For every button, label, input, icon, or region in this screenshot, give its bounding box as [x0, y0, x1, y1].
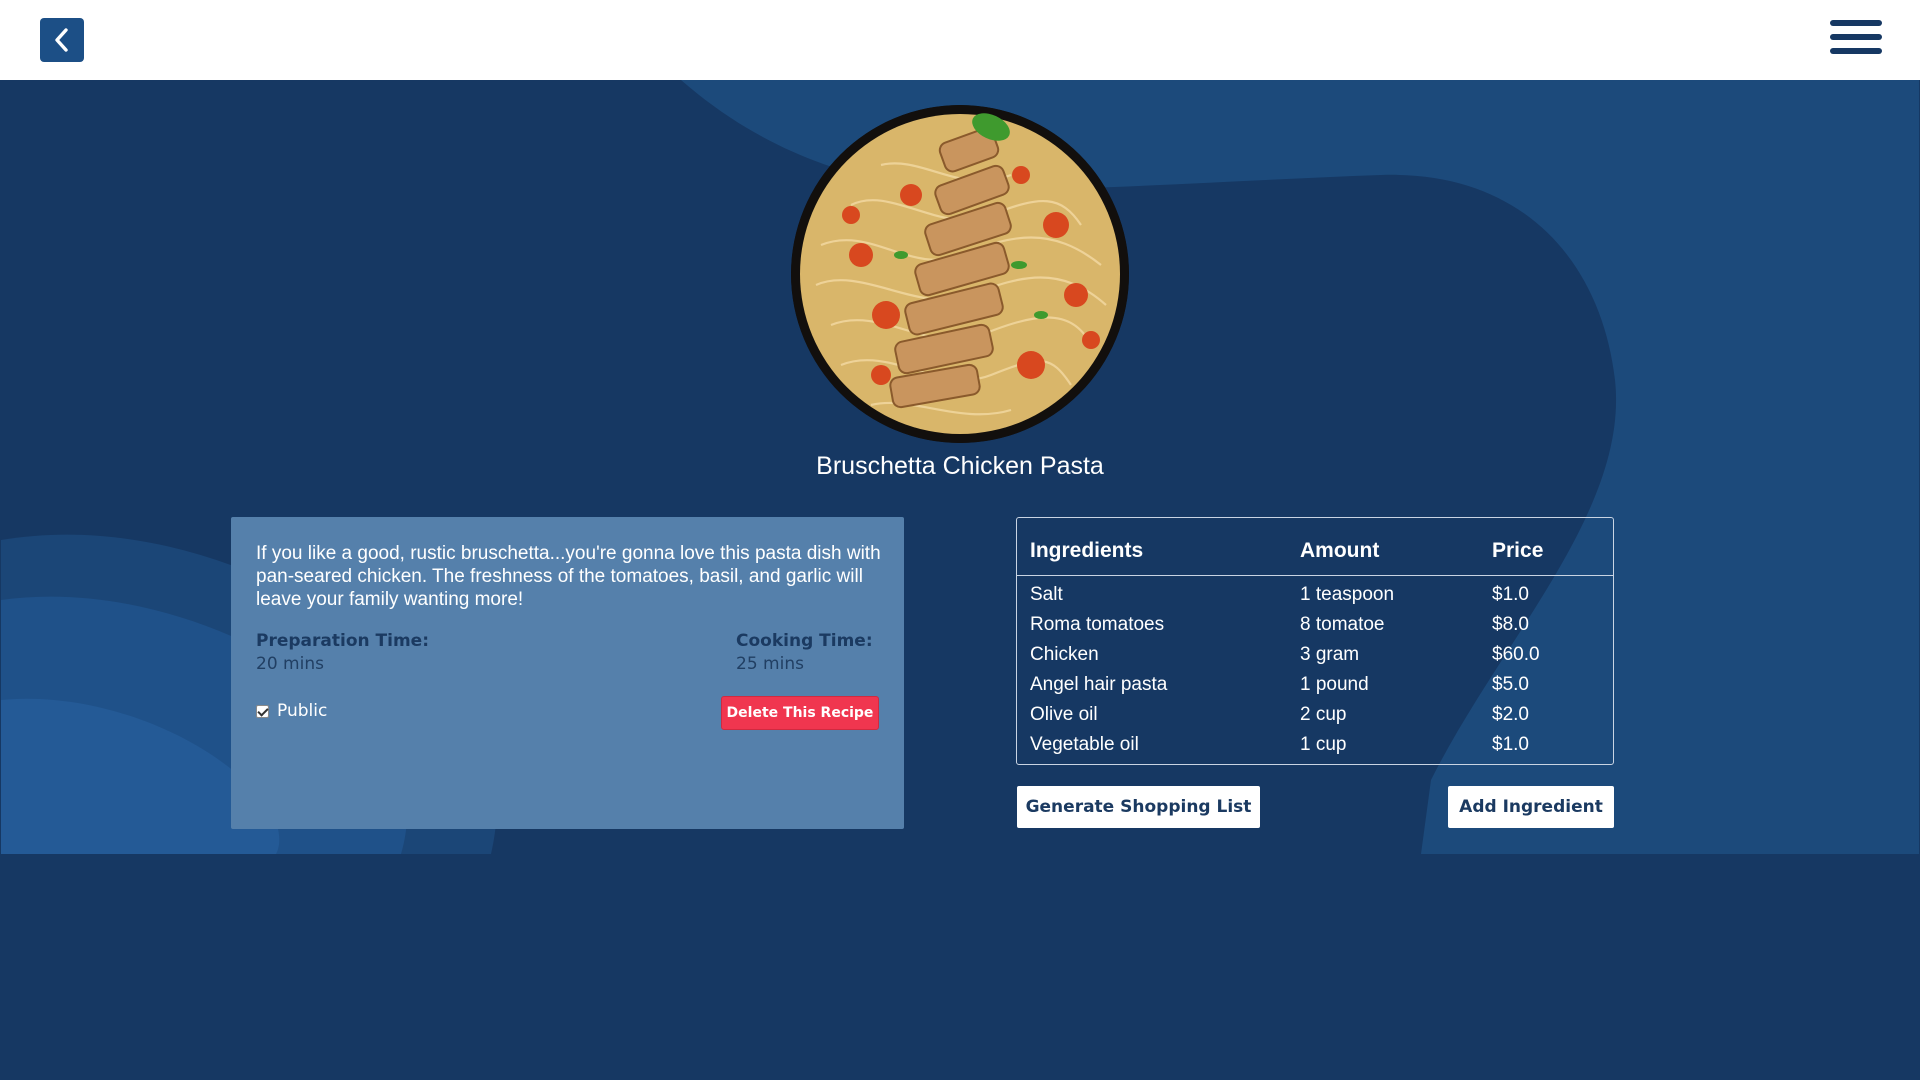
public-toggle: Public: [256, 701, 327, 721]
ingredient-amount: 2 cup: [1300, 704, 1347, 725]
ingredient-price: $1.0: [1492, 734, 1529, 755]
ingredients-table: Ingredients Amount Price Salt 1 teaspoon…: [1016, 517, 1614, 765]
table-row: Olive oil 2 cup $2.0: [1017, 700, 1613, 730]
ingredient-name: Chicken: [1030, 644, 1099, 665]
public-label: Public: [277, 701, 328, 721]
recipe-image: [791, 105, 1129, 443]
ingredient-amount: 3 gram: [1300, 644, 1360, 665]
column-header-price: Price: [1492, 539, 1544, 562]
ingredient-name: Salt: [1030, 584, 1063, 605]
recipe-title: Bruschetta Chicken Pasta: [816, 452, 1104, 480]
column-header-ingredients: Ingredients: [1030, 539, 1144, 562]
ingredient-price: $1.0: [1492, 584, 1529, 605]
back-button[interactable]: [40, 18, 84, 62]
ingredient-amount: 1 pound: [1300, 674, 1369, 695]
table-row: Roma tomatoes 8 tomatoe $8.0: [1017, 610, 1613, 640]
ingredient-price: $60.0: [1492, 644, 1540, 665]
public-checkbox[interactable]: [256, 704, 269, 718]
table-row: Vegetable oil 1 cup $1.0: [1017, 730, 1613, 760]
recipe-description: If you like a good, rustic bruschetta...…: [256, 543, 881, 610]
ingredient-amount: 1 teaspoon: [1300, 584, 1395, 605]
ingredient-price: $2.0: [1492, 704, 1529, 725]
ingredient-name: Vegetable oil: [1030, 734, 1139, 755]
ingredient-price: $5.0: [1492, 674, 1529, 695]
cook-time-value: 25 mins: [736, 654, 804, 674]
cook-time-label: Cooking Time:: [736, 631, 873, 651]
ingredient-name: Angel hair pasta: [1030, 674, 1168, 695]
ingredients-table-header: Ingredients Amount Price: [1017, 518, 1613, 576]
add-ingredient-button[interactable]: Add Ingredient: [1448, 786, 1614, 828]
table-row: Angel hair pasta 1 pound $5.0: [1017, 670, 1613, 700]
column-header-amount: Amount: [1300, 539, 1380, 562]
ingredient-name: Olive oil: [1030, 704, 1098, 725]
hamburger-menu-icon[interactable]: [1830, 20, 1882, 56]
chevron-left-icon: [55, 28, 68, 52]
ingredient-name: Roma tomatoes: [1030, 614, 1165, 635]
prep-time-label: Preparation Time:: [256, 631, 429, 651]
ingredient-amount: 8 tomatoe: [1300, 614, 1385, 635]
recipe-details-card: If you like a good, rustic bruschetta...…: [231, 517, 904, 829]
generate-shopping-list-button[interactable]: Generate Shopping List: [1017, 786, 1260, 828]
ingredient-amount: 1 cup: [1300, 734, 1347, 755]
prep-time-value: 20 mins: [256, 654, 324, 674]
ingredient-price: $8.0: [1492, 614, 1529, 635]
table-row: Chicken 3 gram $60.0: [1017, 640, 1613, 670]
table-row: Salt 1 teaspoon $1.0: [1017, 580, 1613, 610]
top-nav-bar: [0, 0, 1920, 80]
delete-recipe-button[interactable]: Delete This Recipe: [721, 696, 879, 730]
